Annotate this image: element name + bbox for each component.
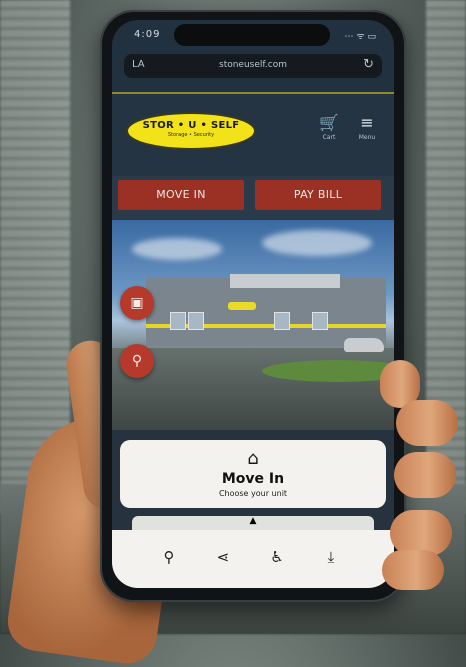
facility-hero-image: ▣ ⚲ [112, 220, 394, 430]
address-bar-url[interactable]: stoneuself.com [124, 60, 382, 70]
download-icon: ⤓ [327, 548, 335, 566]
logo-text: STOR • U • SELF [142, 120, 240, 131]
hand-finger [382, 550, 444, 590]
building-window [312, 312, 328, 330]
phone-screen: 4:09 ⋯ ᯤ ▭ LA stoneuself.com ↻ STOR • U … [112, 20, 394, 588]
move-in-card[interactable]: ⌂ Move In Choose your unit [120, 440, 386, 508]
card-subtitle: Choose your unit [218, 489, 288, 498]
cart-button[interactable]: 🛒 Cart [314, 113, 344, 142]
building-roof [230, 274, 340, 288]
secondary-card-peek[interactable]: ▲ [132, 516, 374, 530]
card-title: Move In [221, 471, 285, 487]
status-bar: 4:09 ⋯ ᯤ ▭ [112, 20, 394, 50]
building-window [274, 312, 290, 330]
site-header: STOR • U • SELF Storage • Security 🛒 Car… [112, 92, 394, 178]
map-pin-icon: ⚲ [131, 353, 143, 369]
accessibility-tab[interactable]: ♿ [262, 548, 292, 566]
reload-icon[interactable]: ↻ [363, 57, 374, 72]
storage-unit-icon: ⌂ [247, 448, 259, 469]
download-tab[interactable]: ⤓ [316, 548, 346, 566]
move-in-button[interactable]: MOVE IN [118, 180, 244, 210]
image-icon: ▣ [130, 295, 144, 311]
status-icons: ⋯ ᯤ ▭ [344, 32, 376, 42]
hand-finger [394, 452, 456, 498]
gallery-button[interactable]: ▣ [120, 286, 154, 320]
parked-car [344, 338, 384, 352]
menu-label: Menu [358, 134, 376, 141]
browser-address-bar[interactable]: LA stoneuself.com ↻ [124, 54, 382, 78]
camera-notch [174, 24, 330, 46]
menu-button[interactable]: ≡ Menu [352, 113, 382, 142]
share-tab[interactable]: ⋖ [208, 548, 238, 566]
location-pin-icon: ⚲ [163, 548, 175, 566]
directions-tab[interactable]: ⚲ [154, 548, 184, 566]
status-time: 4:09 [134, 29, 161, 40]
cart-label: Cart [322, 134, 336, 141]
cart-icon: 🛒 [319, 113, 339, 132]
lock-icon: ▲ [249, 516, 257, 526]
share-icon: ⋖ [216, 548, 230, 566]
logo-subtext: Storage • Security [167, 132, 215, 138]
cloud [262, 230, 372, 256]
building-window [170, 312, 186, 330]
brand-logo[interactable]: STOR • U • SELF Storage • Security [126, 112, 256, 150]
hamburger-icon: ≡ [360, 113, 374, 132]
building-window [188, 312, 204, 330]
location-button[interactable]: ⚲ [120, 344, 154, 378]
bottom-tab-bar: ⚲ ⋖ ♿ ⤓ [112, 530, 394, 588]
cloud [132, 238, 222, 260]
phone: 4:09 ⋯ ᯤ ▭ LA stoneuself.com ↻ STOR • U … [100, 10, 406, 602]
bottom-panel: ⌂ Move In Choose your unit ▲ ⚲ ⋖ ♿ ⤓ [112, 430, 394, 588]
accessibility-icon: ♿ [270, 548, 284, 566]
hand-finger [396, 400, 458, 446]
pay-bill-button[interactable]: PAY BILL [255, 180, 381, 210]
building-sign [228, 302, 256, 310]
action-buttons-row: MOVE IN PAY BILL [112, 176, 394, 220]
